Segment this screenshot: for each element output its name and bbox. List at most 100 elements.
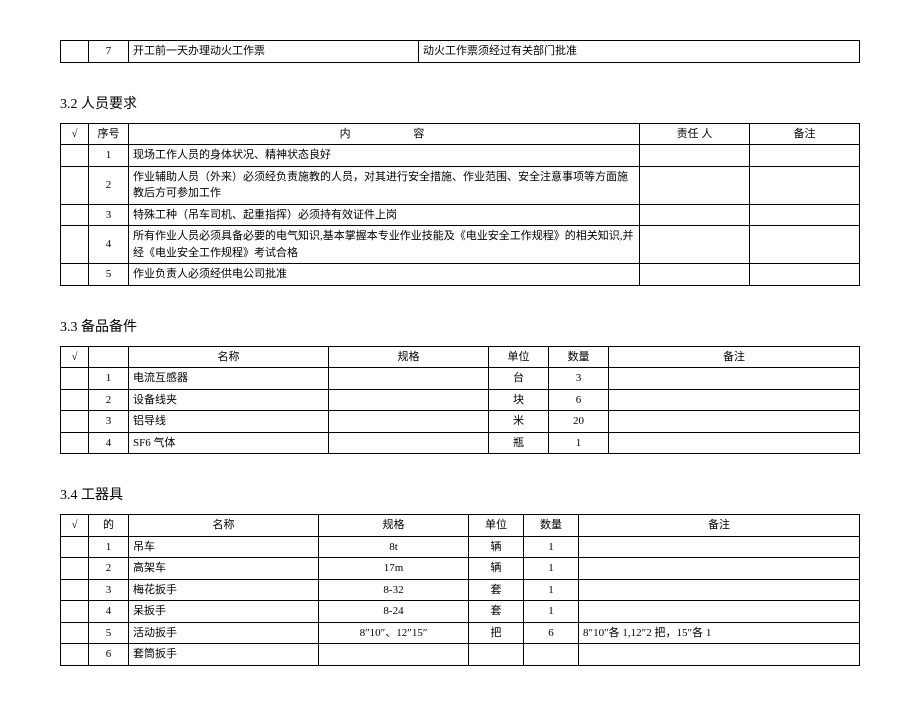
cell-note: [579, 536, 860, 558]
th-num: 的: [89, 515, 129, 537]
cell-name: 套筒扳手: [129, 644, 319, 666]
cell-name: 梅花扳手: [129, 579, 319, 601]
cell-unit: 辆: [469, 558, 524, 580]
heading-3-3: 3.3 备品备件: [60, 316, 860, 336]
cell-num: 2: [89, 166, 129, 204]
th-person: 责任 人: [640, 123, 750, 145]
cell-person: [640, 226, 750, 264]
cell-num: 4: [89, 432, 129, 454]
cell-spec: 8t: [319, 536, 469, 558]
cell-name: 铝导线: [129, 411, 329, 433]
cell-qty: 20: [549, 411, 609, 433]
th-name: 名称: [129, 515, 319, 537]
th-note: 备注: [750, 123, 860, 145]
cell-num: 2: [89, 558, 129, 580]
cell-num: 4: [89, 226, 129, 264]
cell-content: 所有作业人员必须具备必要的电气知识,基本掌握本专业作业技能及《电业安全工作规程》…: [129, 226, 640, 264]
cell-spec: 8-24: [319, 601, 469, 623]
cell-num: 3: [89, 579, 129, 601]
heading-3-4: 3.4 工器具: [60, 484, 860, 504]
cell-name: SF6 气体: [129, 432, 329, 454]
th-spec: 规格: [329, 346, 489, 368]
th-num: 序号: [89, 123, 129, 145]
cell-num: 4: [89, 601, 129, 623]
cell-unit: 块: [489, 389, 549, 411]
cell-note: [750, 226, 860, 264]
table-tools: √ 的 名称 规格 单位 数量 备注 1 吊车 8t 辆 1 2 高架车 17m…: [60, 514, 860, 666]
cell-num: 5: [89, 622, 129, 644]
cell-left: 开工前一天办理动火工作票: [129, 41, 419, 63]
cell-num: 6: [89, 644, 129, 666]
cell-num: 3: [89, 204, 129, 226]
heading-3-2: 3.2 人员要求: [60, 93, 860, 113]
cell-name: 设备线夹: [129, 389, 329, 411]
table-spares: √ 名称 规格 单位 数量 备注 1 电流互感器 台 3 2 设备线夹 块 6 …: [60, 346, 860, 455]
table-row: 1 电流互感器 台 3: [61, 368, 860, 390]
cell-qty: 6: [524, 622, 579, 644]
cell-person: [640, 204, 750, 226]
cell-num: 7: [89, 41, 129, 63]
table-row: 7 开工前一天办理动火工作票 动火工作票须经过有关部门批准: [61, 41, 860, 63]
table-row: 1 现场工作人员的身体状况、精神状态良好: [61, 145, 860, 167]
cell-num: 1: [89, 368, 129, 390]
cell-spec: [319, 644, 469, 666]
cell-qty: 1: [549, 432, 609, 454]
table-row: 5 作业负责人必须经供电公司批准: [61, 264, 860, 286]
th-check: √: [61, 123, 89, 145]
cell-content: 现场工作人员的身体状况、精神状态良好: [129, 145, 640, 167]
cell-spec: [329, 411, 489, 433]
table-row: 2 设备线夹 块 6: [61, 389, 860, 411]
table-row: 4 呆扳手 8-24 套 1: [61, 601, 860, 623]
cell-spec: 8″10″、12″15″: [319, 622, 469, 644]
cell-check: [61, 41, 89, 63]
cell-note: [750, 204, 860, 226]
cell-person: [640, 145, 750, 167]
table-row: 1 吊车 8t 辆 1: [61, 536, 860, 558]
cell-person: [640, 264, 750, 286]
cell-qty: 3: [549, 368, 609, 390]
table-row: 3 梅花扳手 8-32 套 1: [61, 579, 860, 601]
cell-spec: [329, 389, 489, 411]
cell-name: 电流互感器: [129, 368, 329, 390]
table-row: 3 铝导线 米 20: [61, 411, 860, 433]
th-note: 备注: [609, 346, 860, 368]
cell-qty: [524, 644, 579, 666]
th-qty: 数量: [524, 515, 579, 537]
cell-spec: [329, 432, 489, 454]
table-personnel: √ 序号 内 容 责任 人 备注 1 现场工作人员的身体状况、精神状态良好 2 …: [60, 123, 860, 286]
cell-content: 特殊工种（吊车司机、起重指挥）必须持有效证件上岗: [129, 204, 640, 226]
table-header-row: √ 的 名称 规格 单位 数量 备注: [61, 515, 860, 537]
cell-qty: 1: [524, 558, 579, 580]
table-row: 3 特殊工种（吊车司机、起重指挥）必须持有效证件上岗: [61, 204, 860, 226]
th-content: 内 容: [129, 123, 640, 145]
cell-note: [750, 166, 860, 204]
cell-qty: 6: [549, 389, 609, 411]
cell-num: 3: [89, 411, 129, 433]
table-row: 6 套筒扳手: [61, 644, 860, 666]
cell-spec: 8-32: [319, 579, 469, 601]
th-note: 备注: [579, 515, 860, 537]
cell-unit: 套: [469, 601, 524, 623]
cell-unit: 米: [489, 411, 549, 433]
cell-num: 2: [89, 389, 129, 411]
cell-note: [579, 579, 860, 601]
cell-name: 吊车: [129, 536, 319, 558]
table-header-row: √ 名称 规格 单位 数量 备注: [61, 346, 860, 368]
table-row: 4 SF6 气体 瓶 1: [61, 432, 860, 454]
th-unit: 单位: [489, 346, 549, 368]
cell-note: [750, 145, 860, 167]
cell-note: [579, 601, 860, 623]
cell-num: 1: [89, 536, 129, 558]
cell-unit: 台: [489, 368, 549, 390]
cell-name: 呆扳手: [129, 601, 319, 623]
cell-name: 活动扳手: [129, 622, 319, 644]
cell-note: 8″10″各 1,12″2 把，15″各 1: [579, 622, 860, 644]
cell-spec: 17m: [319, 558, 469, 580]
cell-note: [609, 389, 860, 411]
th-spec: 规格: [319, 515, 469, 537]
th-check: √: [61, 346, 89, 368]
cell-unit: 套: [469, 579, 524, 601]
table-row: 2 高架车 17m 辆 1: [61, 558, 860, 580]
cell-num: 1: [89, 145, 129, 167]
table-row: 2 作业辅助人员（外来）必须经负责施教的人员，对其进行安全措施、作业范围、安全注…: [61, 166, 860, 204]
